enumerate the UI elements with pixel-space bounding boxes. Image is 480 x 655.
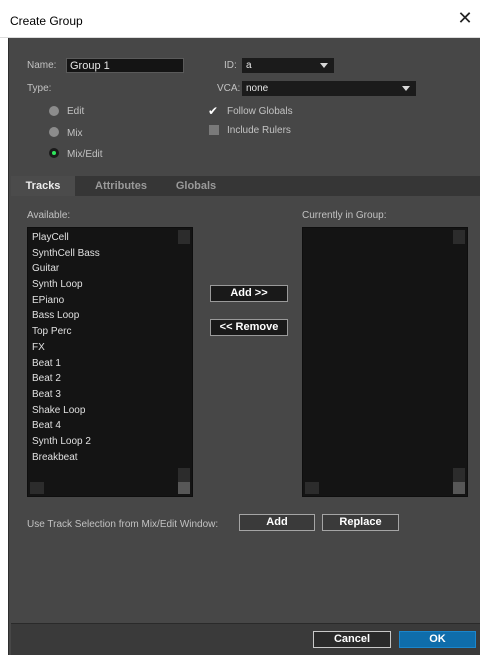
ok-button[interactable]: OK	[399, 631, 476, 648]
add-track-button[interactable]: Add >>	[210, 285, 288, 302]
radio-edit-label: Edit	[67, 106, 85, 117]
checkbox-icon	[209, 125, 219, 135]
radio-icon	[49, 106, 59, 116]
list-item[interactable]: Top Perc	[28, 324, 192, 340]
chevron-down-icon	[320, 63, 328, 68]
vca-value: none	[246, 83, 269, 94]
name-field[interactable]: Group 1	[66, 58, 184, 73]
list-item[interactable]: Breakbeat	[28, 450, 192, 466]
list-item[interactable]: Beat 2	[28, 371, 192, 387]
id-dropdown[interactable]: a	[242, 58, 334, 73]
create-group-dialog: Name: Group 1 ID: a Type: VCA: none Edit…	[8, 38, 480, 655]
check-icon: ✔	[208, 104, 219, 118]
follow-globals-label: Follow Globals	[227, 106, 293, 117]
type-label: Type:	[27, 83, 52, 94]
scrollbar-left[interactable]	[30, 482, 44, 494]
list-item[interactable]: FX	[28, 340, 192, 356]
radio-mix-edit-label: Mix/Edit	[67, 149, 103, 160]
name-label: Name:	[27, 60, 57, 71]
available-label: Available:	[27, 210, 71, 221]
current-label: Currently in Group:	[302, 210, 387, 221]
list-item[interactable]: Guitar	[28, 261, 192, 277]
list-item[interactable]: Synth Loop	[28, 277, 192, 293]
current-group-list[interactable]	[302, 227, 468, 497]
window-title: Create Group	[10, 14, 83, 28]
scrollbar-up[interactable]	[453, 230, 465, 244]
list-item[interactable]: SynthCell Bass	[28, 246, 192, 262]
available-list[interactable]: PlayCell SynthCell Bass Guitar Synth Loop EP…	[27, 227, 193, 497]
tab-globals[interactable]: Globals	[165, 176, 227, 196]
id-value: a	[246, 60, 252, 71]
cancel-button[interactable]: Cancel	[313, 631, 391, 648]
tab-tracks[interactable]: Tracks	[11, 176, 75, 196]
list-item[interactable]: PlayCell	[28, 230, 192, 246]
list-item[interactable]: Beat 1	[28, 356, 192, 372]
radio-mix-label: Mix	[67, 128, 83, 139]
scrollbar-down[interactable]	[178, 468, 190, 482]
scroll-corner	[178, 482, 190, 494]
id-label: ID:	[224, 60, 237, 71]
track-selection-label: Use Track Selection from Mix/Edit Window…	[27, 519, 219, 530]
include-rulers-label: Include Rulers	[227, 125, 291, 136]
title-bar: Create Group ✕	[0, 0, 480, 38]
dialog-footer: Cancel OK	[11, 623, 480, 655]
scrollbar-left[interactable]	[305, 482, 319, 494]
list-item[interactable]: Synth Loop 2	[28, 434, 192, 450]
vca-label: VCA:	[217, 83, 241, 94]
close-icon[interactable]: ✕	[454, 7, 476, 29]
list-item[interactable]: Bass Loop	[28, 308, 192, 324]
chevron-down-icon	[402, 86, 410, 91]
radio-selected-icon	[49, 148, 59, 158]
selection-replace-button[interactable]: Replace	[322, 514, 399, 531]
list-item[interactable]: Beat 4	[28, 418, 192, 434]
list-item[interactable]: Shake Loop	[28, 403, 192, 419]
scroll-corner	[453, 482, 465, 494]
list-item[interactable]: Beat 3	[28, 387, 192, 403]
radio-icon	[49, 127, 59, 137]
scrollbar-up[interactable]	[178, 230, 190, 244]
vca-dropdown[interactable]: none	[242, 81, 416, 96]
remove-track-button[interactable]: << Remove	[210, 319, 288, 336]
list-item[interactable]: EPiano	[28, 293, 192, 309]
tab-bar: Tracks Attributes Globals	[11, 176, 480, 196]
scrollbar-down[interactable]	[453, 468, 465, 482]
tab-attributes[interactable]: Attributes	[81, 176, 161, 196]
selection-add-button[interactable]: Add	[239, 514, 315, 531]
